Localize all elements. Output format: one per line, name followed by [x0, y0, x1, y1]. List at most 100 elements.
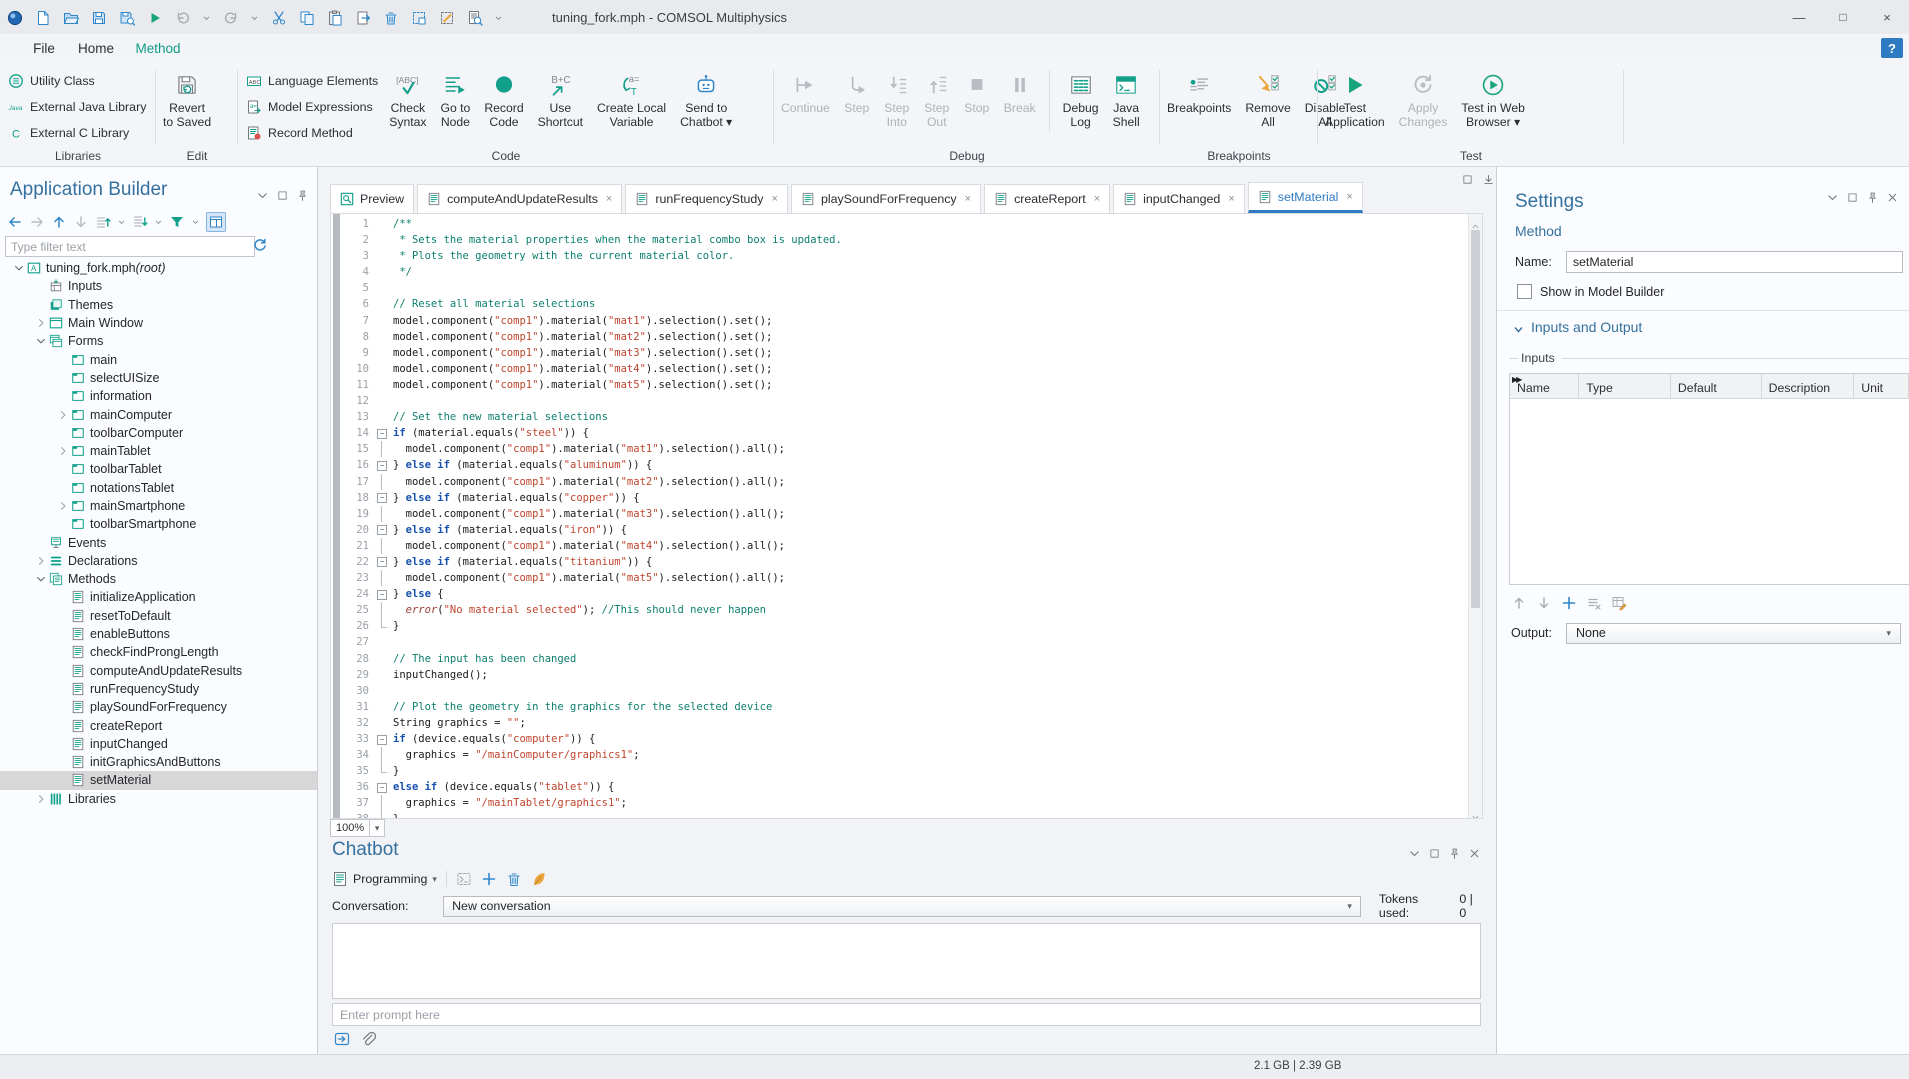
ribbon-button-test-in-web-browser[interactable]: Test in WebBrowser ▾ [1454, 62, 1531, 146]
tree-item-toolbarsmartphone[interactable]: toolbarSmartphone [0, 515, 317, 533]
tree-item-declarations[interactable]: Declarations [0, 552, 317, 570]
move-up-button[interactable] [95, 214, 111, 230]
tab-createreport[interactable]: createReport× [984, 184, 1110, 213]
chevron-down-icon[interactable] [35, 335, 47, 347]
chevron-down-icon[interactable] [494, 9, 503, 26]
tree-item-initgraphicsandbuttons[interactable]: initGraphicsAndButtons [0, 753, 317, 771]
ribbon-button-breakpoints[interactable]: Breakpoints [1160, 62, 1238, 146]
undo-button[interactable] [174, 9, 191, 26]
trash-blue-button[interactable] [506, 871, 522, 887]
collapse-panel-button[interactable] [1826, 191, 1839, 204]
tree-item-enablebuttons[interactable]: enableButtons [0, 625, 317, 643]
editor-zoom-control[interactable]: 100% ▾ [330, 819, 385, 837]
tree-item-playsoundforfrequency[interactable]: playSoundForFrequency [0, 698, 317, 716]
chevron-right-icon[interactable] [57, 500, 69, 512]
float-editor-button[interactable] [1461, 171, 1474, 189]
ribbon-button-remove-all[interactable]: RemoveAll [1238, 62, 1297, 146]
chevron-right-icon[interactable] [35, 555, 47, 567]
select-frame-button[interactable] [410, 9, 427, 26]
inputs-and-output-section-header[interactable]: Inputs and Output [1513, 319, 1642, 335]
menu-tab-method[interactable]: Method [126, 34, 190, 65]
ribbon-button-debug-log[interactable]: DebugLog [1056, 62, 1106, 146]
ribbon-button-check-syntax[interactable]: [ABC]CheckSyntax [382, 62, 433, 146]
save-find-button[interactable] [118, 9, 135, 26]
chevron-down-icon[interactable] [35, 573, 47, 585]
new-file-button[interactable] [34, 9, 51, 26]
ribbon-item-utility-class[interactable]: Utility Class [8, 70, 146, 91]
comsol-logo-button[interactable] [6, 9, 23, 26]
back-button[interactable] [7, 214, 23, 230]
fold-icon[interactable] [377, 557, 387, 567]
up-arr-button[interactable] [51, 214, 67, 230]
tree-item-events[interactable]: Events [0, 533, 317, 551]
tree-filter-input[interactable] [5, 236, 255, 257]
scrollbar-thumb[interactable] [1471, 230, 1480, 608]
fold-icon[interactable] [377, 461, 387, 471]
scroll-down-arrow[interactable] [1472, 808, 1479, 815]
column-header-default[interactable]: Default [1671, 374, 1762, 398]
tree-item-resettodefault[interactable]: resetToDefault [0, 607, 317, 625]
ribbon-button-test-application[interactable]: TestApplication [1318, 62, 1392, 146]
tree-item-initializeapplication[interactable]: initializeApplication [0, 588, 317, 606]
add-blue-button[interactable] [481, 871, 497, 887]
fold-icon[interactable] [377, 493, 387, 503]
close-icon[interactable]: × [772, 193, 778, 205]
editor-tools-button[interactable] [206, 212, 226, 232]
chevron-right-icon[interactable] [57, 409, 69, 421]
chevron-right-icon[interactable] [35, 793, 47, 805]
chevron-down-icon[interactable] [117, 214, 126, 230]
tree-item-themes[interactable]: Themes [0, 296, 317, 314]
close-icon[interactable]: × [965, 193, 971, 205]
chevron-down-icon[interactable] [191, 214, 200, 230]
tree-item-methods[interactable]: Methods [0, 570, 317, 588]
tab-playsoundforfrequency[interactable]: playSoundForFrequency× [791, 184, 981, 213]
pin-panel-button[interactable] [1448, 847, 1461, 860]
collapse-panel-button[interactable] [1408, 847, 1421, 860]
float-panel-button[interactable] [1428, 847, 1441, 860]
inputs-table[interactable]: NameTypeDefaultDescriptionUnit ▶▶ [1509, 373, 1909, 585]
tree-item-maincomputer[interactable]: mainComputer [0, 405, 317, 423]
float-panel-button[interactable] [276, 189, 289, 202]
move-down-button[interactable] [132, 214, 148, 230]
close-panel-button[interactable] [1468, 847, 1481, 860]
tree-item-main-window[interactable]: Main Window [0, 314, 317, 332]
tree-item-notationstablet[interactable]: notationsTablet [0, 479, 317, 497]
fold-icon[interactable] [377, 525, 387, 535]
close-panel-button[interactable] [1886, 191, 1899, 204]
delete-button[interactable] [382, 9, 399, 26]
help-button[interactable]: ? [1881, 38, 1903, 58]
ribbon-item-model-expressions[interactable]: a=Model Expressions [246, 96, 378, 117]
down-arr-button[interactable] [73, 214, 89, 230]
ribbon-item-external-java-library[interactable]: JavaExternal Java Library [8, 96, 146, 117]
funnel-button[interactable] [169, 214, 185, 230]
copy-button[interactable] [298, 9, 315, 26]
ribbon-button-revert-to-saved[interactable]: Revertto Saved [156, 62, 218, 146]
chat-prompt-input[interactable] [332, 1003, 1481, 1026]
fold-icon[interactable] [377, 590, 387, 600]
tree-item-inputchanged[interactable]: inputChanged [0, 735, 317, 753]
ribbon-button-use-shortcut[interactable]: B+CUseShortcut [531, 62, 590, 146]
tree-item-maintablet[interactable]: mainTablet [0, 442, 317, 460]
menu-tab-home[interactable]: Home [68, 34, 124, 62]
chevron-right-icon[interactable] [57, 445, 69, 457]
ribbon-button-go-to-node[interactable]: Go toNode [434, 62, 478, 146]
tree-item-tuning-fork-mph[interactable]: Atuning_fork.mph (root) [0, 259, 317, 277]
column-header-name[interactable]: Name [1510, 374, 1579, 398]
collapse-panel-button[interactable] [256, 189, 269, 202]
output-select[interactable]: None ▾ [1566, 623, 1901, 644]
chatbot-mode-dropdown[interactable]: Programming ▾ [332, 871, 437, 887]
quill-button[interactable] [531, 871, 547, 887]
close-button[interactable]: × [1865, 0, 1909, 34]
paperclip-button[interactable] [360, 1031, 376, 1047]
close-icon[interactable]: × [1346, 191, 1352, 203]
checkbox[interactable] [1517, 284, 1532, 299]
ribbon-item-language-elements[interactable]: ABCLanguage Elements [246, 70, 378, 91]
console-button[interactable] [456, 871, 472, 887]
tree-item-information[interactable]: information [0, 387, 317, 405]
paste-alt-button[interactable] [354, 9, 371, 26]
save-button[interactable] [90, 9, 107, 26]
tab-computeandupdateresults[interactable]: computeAndUpdateResults× [417, 184, 622, 213]
tab-preview[interactable]: Preview [330, 184, 414, 213]
forward-button[interactable] [29, 214, 45, 230]
fold-icon[interactable] [377, 783, 387, 793]
